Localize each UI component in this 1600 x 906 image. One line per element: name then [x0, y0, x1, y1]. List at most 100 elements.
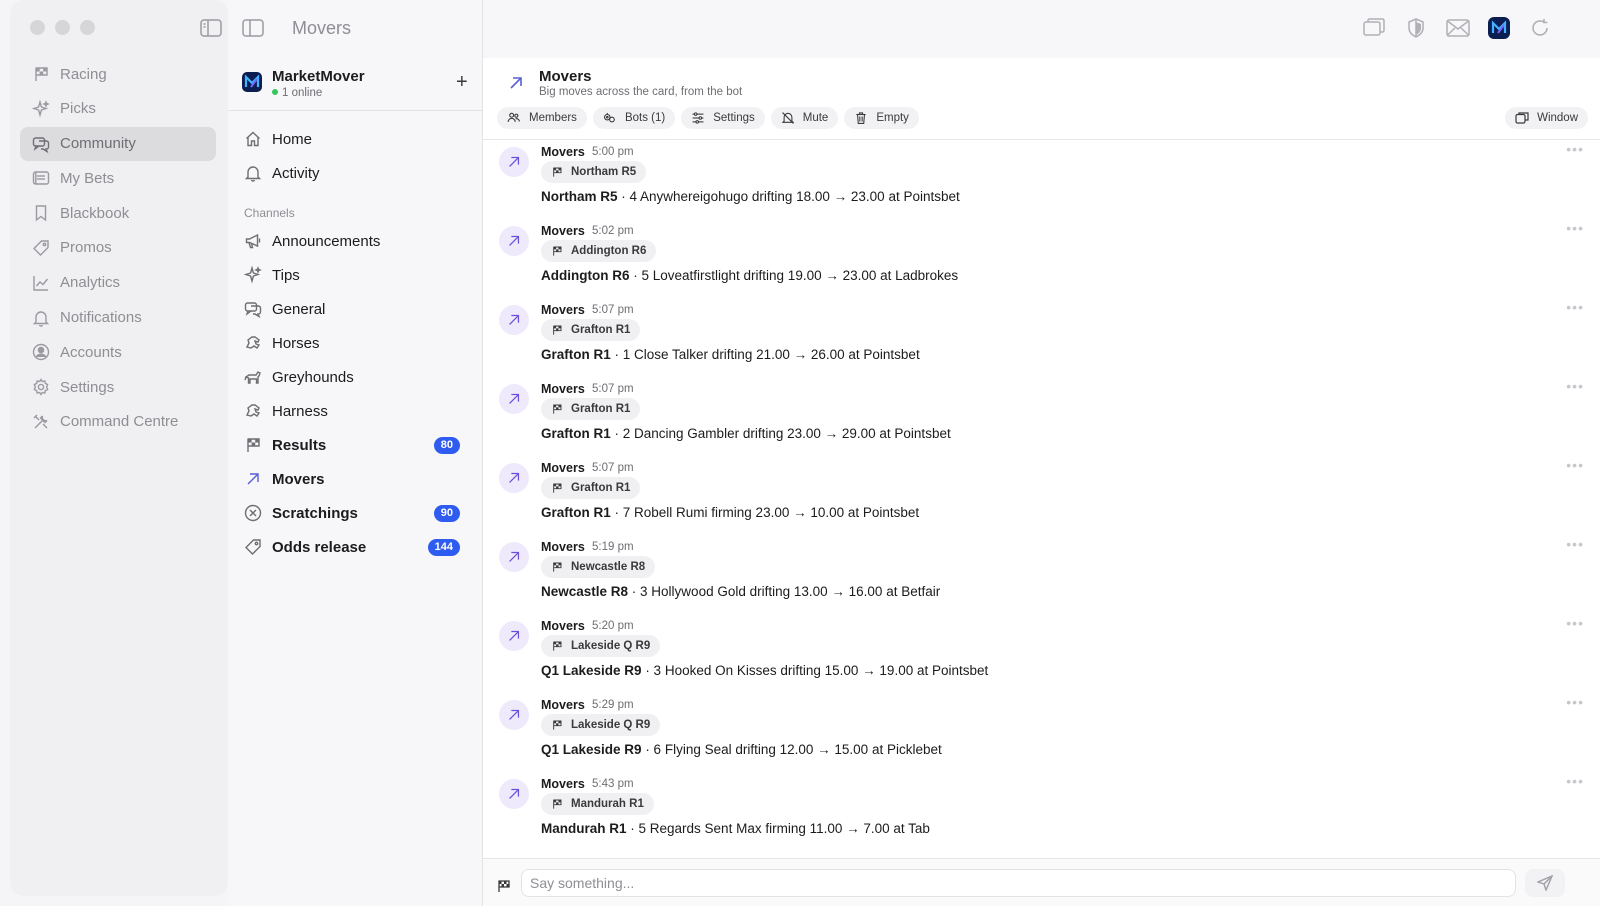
- bot-avatar[interactable]: [499, 147, 529, 177]
- empty-button[interactable]: Empty: [844, 107, 919, 129]
- race-tag[interactable]: Lakeside Q R9: [541, 714, 661, 736]
- race-tag[interactable]: Lakeside Q R9: [541, 635, 661, 657]
- nav-item-command-centre[interactable]: Command Centre: [20, 405, 216, 439]
- refresh-icon[interactable]: [1528, 16, 1552, 40]
- channel-item-results[interactable]: Results 80: [236, 428, 468, 462]
- message-body: · 3 Hooked On Kisses drifting 15.00 → 19…: [641, 663, 989, 678]
- more-options-icon[interactable]: •••: [1566, 773, 1584, 789]
- add-channel-button[interactable]: +: [456, 72, 468, 92]
- channel-item-harness[interactable]: Harness: [236, 394, 468, 428]
- windows-icon[interactable]: [1362, 16, 1386, 40]
- message-author[interactable]: Movers: [541, 619, 585, 633]
- message-time: 5:19 pm: [592, 541, 634, 553]
- channel-item-announcements[interactable]: Announcements: [236, 224, 468, 258]
- race-tag[interactable]: Grafton R1: [541, 398, 641, 420]
- flag-icon[interactable]: [497, 879, 511, 893]
- race-tag[interactable]: Newcastle R8: [541, 556, 656, 578]
- arrow-up-right-icon: [509, 393, 520, 404]
- bot-avatar[interactable]: [499, 779, 529, 809]
- more-options-icon[interactable]: •••: [1566, 694, 1584, 710]
- race-tag-label: Addington R6: [571, 245, 647, 257]
- message-author[interactable]: Movers: [541, 698, 585, 712]
- channel-item-horses[interactable]: Horses: [236, 326, 468, 360]
- bot-avatar[interactable]: [499, 463, 529, 493]
- message-author[interactable]: Movers: [541, 461, 585, 475]
- more-options-icon[interactable]: •••: [1566, 220, 1584, 236]
- race-tag[interactable]: Mandurah R1: [541, 793, 654, 815]
- message-feed[interactable]: Movers 5:00 pm Northam R5 Northam R5 · 4 An…: [483, 140, 1600, 858]
- race-tag-label: Grafton R1: [571, 324, 631, 336]
- channel-item-label: Greyhounds: [272, 368, 354, 386]
- race-tag[interactable]: Addington R6: [541, 240, 657, 262]
- channel-item-label: Announcements: [272, 232, 381, 250]
- bot-avatar[interactable]: [499, 700, 529, 730]
- more-options-icon[interactable]: •••: [1566, 615, 1584, 631]
- nav-item-notifications[interactable]: Notifications: [20, 301, 216, 335]
- nav-item-label: Command Centre: [60, 413, 179, 431]
- message-author[interactable]: Movers: [541, 145, 585, 159]
- message-author[interactable]: Movers: [541, 540, 585, 554]
- channel-item-greyhounds[interactable]: Greyhounds: [236, 360, 468, 394]
- zoom-window-button[interactable]: [80, 20, 95, 35]
- more-options-icon[interactable]: •••: [1566, 457, 1584, 473]
- message-author[interactable]: Movers: [541, 303, 585, 317]
- bot-avatar[interactable]: [499, 621, 529, 651]
- channel-nav-home[interactable]: Home: [236, 122, 468, 156]
- message-author[interactable]: Movers: [541, 777, 585, 791]
- bot-avatar[interactable]: [499, 542, 529, 572]
- flag-icon: [553, 246, 562, 256]
- nav-item-blackbook[interactable]: Blackbook: [20, 196, 216, 230]
- message-item: Movers 5:00 pm Northam R5 Northam R5 · 4 An…: [483, 141, 1600, 226]
- channel-nav-activity[interactable]: Activity: [236, 156, 468, 190]
- settings-button[interactable]: Settings: [681, 107, 765, 129]
- nav-item-picks[interactable]: Picks: [20, 92, 216, 126]
- send-button[interactable]: [1525, 869, 1565, 897]
- nav-item-community[interactable]: Community: [20, 126, 216, 161]
- channel-actions: Members Bots (1) Settings Mute Empty: [497, 107, 919, 129]
- mail-icon[interactable]: [1446, 16, 1470, 40]
- minimize-window-button[interactable]: [55, 20, 70, 35]
- nav-item-label: Accounts: [60, 343, 122, 361]
- more-options-icon[interactable]: •••: [1566, 378, 1584, 394]
- panel-toggle-icon[interactable]: [242, 19, 264, 37]
- server-header[interactable]: MarketMover 1 online +: [242, 62, 470, 110]
- message-item: Movers 5:43 pm Mandurah R1 Mandurah R1 · 5 …: [483, 773, 1600, 858]
- app-logo-icon[interactable]: [1488, 17, 1510, 39]
- channel-item-scratchings[interactable]: Scratchings 90: [236, 496, 468, 530]
- race-tag[interactable]: Northam R5: [541, 161, 647, 183]
- close-window-button[interactable]: [30, 20, 45, 35]
- bots-button[interactable]: Bots (1): [592, 107, 676, 129]
- channel-nav-label: Activity: [272, 164, 320, 182]
- mute-button[interactable]: Mute: [770, 107, 839, 129]
- nav-item-settings[interactable]: Settings: [20, 370, 216, 404]
- more-options-icon[interactable]: •••: [1566, 141, 1584, 157]
- sidebar-toggle-icon[interactable]: [200, 19, 222, 37]
- nav-item-racing[interactable]: Racing: [20, 57, 216, 91]
- message-author[interactable]: Movers: [541, 382, 585, 396]
- race-tag[interactable]: Grafton R1: [541, 319, 641, 341]
- window-button[interactable]: Window: [1505, 107, 1588, 129]
- race-tag[interactable]: Grafton R1: [541, 477, 641, 499]
- channel-item-odds-release[interactable]: Odds release 144: [236, 530, 468, 564]
- channel-item-movers[interactable]: Movers: [236, 462, 468, 496]
- more-options-icon[interactable]: •••: [1566, 536, 1584, 552]
- shield-icon[interactable]: [1404, 16, 1428, 40]
- nav-item-my-bets[interactable]: My Bets: [20, 161, 216, 195]
- sliders-icon: [692, 112, 704, 124]
- message-composer: [483, 858, 1600, 906]
- nav-item-accounts[interactable]: Accounts: [20, 335, 216, 369]
- action-label: Settings: [713, 112, 755, 124]
- channel-item-general[interactable]: General: [236, 292, 468, 326]
- nav-item-promos[interactable]: Promos: [20, 231, 216, 265]
- more-options-icon[interactable]: •••: [1566, 299, 1584, 315]
- arrow-up-right-icon: [509, 630, 520, 641]
- message-author[interactable]: Movers: [541, 224, 585, 238]
- bot-avatar[interactable]: [499, 226, 529, 256]
- members-button[interactable]: Members: [497, 107, 587, 129]
- bot-avatar[interactable]: [499, 305, 529, 335]
- message-time: 5:07 pm: [592, 462, 634, 474]
- nav-item-analytics[interactable]: Analytics: [20, 266, 216, 300]
- bot-avatar[interactable]: [499, 384, 529, 414]
- message-input[interactable]: [521, 869, 1516, 897]
- channel-item-tips[interactable]: Tips: [236, 258, 468, 292]
